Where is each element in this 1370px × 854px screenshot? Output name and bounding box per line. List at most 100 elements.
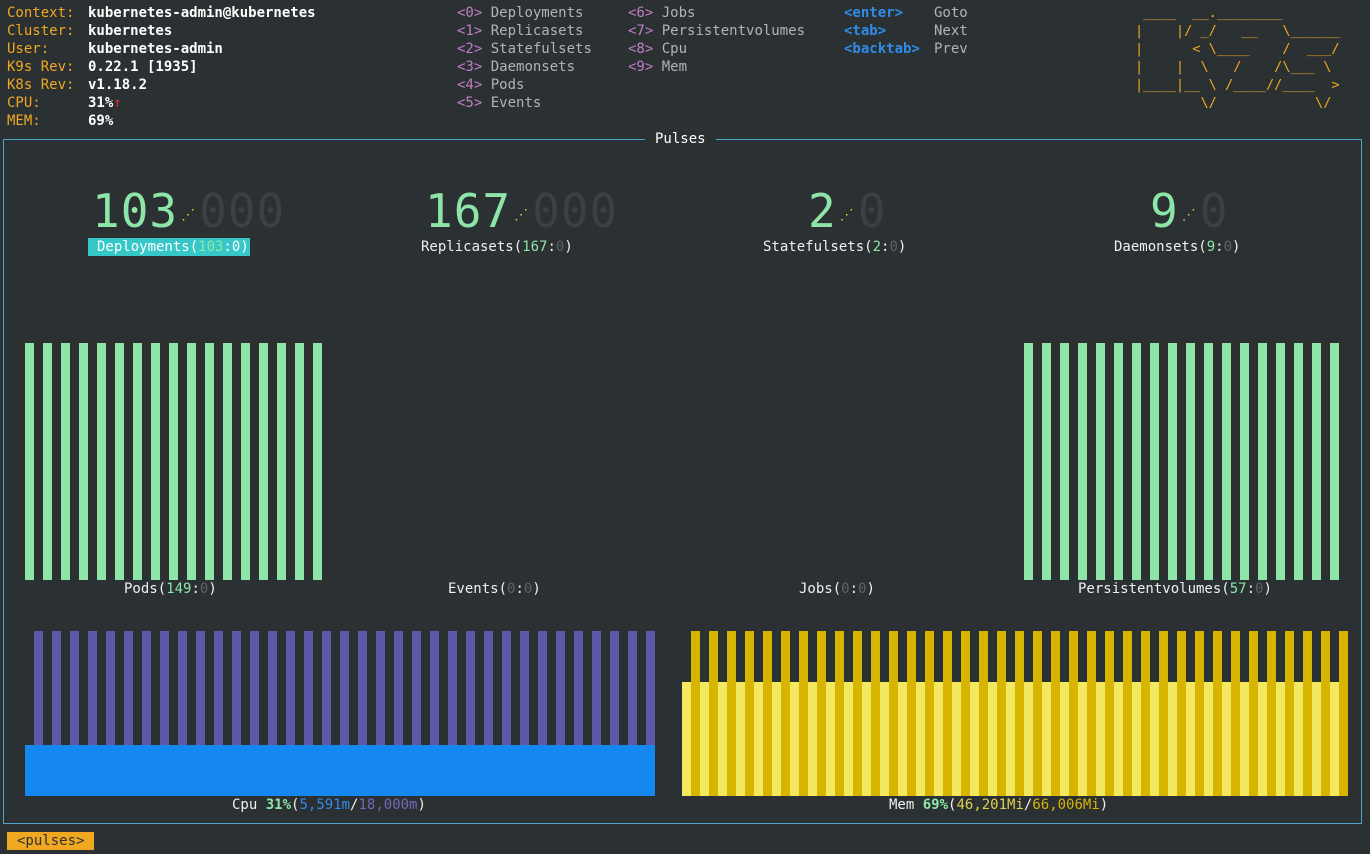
daemonsets-gauge[interactable]: 9 ⋰ 0 bbox=[1150, 188, 1228, 234]
breadcrumb[interactable]: <pulses> bbox=[7, 832, 95, 850]
k9s-rev-value: 0.22.1 [1935] bbox=[88, 59, 198, 75]
pods-label: Pods(149:0) bbox=[124, 581, 217, 597]
cpu-chart[interactable] bbox=[25, 631, 655, 796]
persistentvolumes-bar bbox=[1096, 343, 1105, 580]
menu-item-deployments[interactable]: <0> Deployments bbox=[457, 4, 583, 22]
persistentvolumes-bar bbox=[1294, 343, 1303, 580]
mem-bar bbox=[1303, 631, 1312, 796]
cpu-usage-bar bbox=[502, 745, 511, 796]
pods-bar bbox=[61, 343, 70, 580]
mem-bar bbox=[1159, 631, 1168, 796]
mem-bar bbox=[1123, 631, 1132, 796]
cpu-label: Cpu 31%(5,591m/18,000m) bbox=[232, 797, 426, 813]
cpu-usage-bar bbox=[106, 745, 115, 796]
hotkey-tab-key[interactable]: <tab> bbox=[844, 22, 886, 40]
statefulsets-gauge[interactable]: 2 ⋰ 0 bbox=[808, 188, 886, 234]
cpu-usage-bar bbox=[358, 745, 367, 796]
replicasets-label[interactable]: Replicasets(167:0) bbox=[421, 238, 573, 256]
pods-bar bbox=[259, 343, 268, 580]
cpu-usage-bar bbox=[592, 745, 601, 796]
menu-item-daemonsets[interactable]: <3> Daemonsets bbox=[457, 58, 575, 76]
cpu-usage-bar bbox=[340, 745, 349, 796]
cpu-trend-icon: ↑ bbox=[113, 95, 122, 111]
mem-bar bbox=[1177, 631, 1186, 796]
cpu-usage-bar bbox=[394, 745, 403, 796]
mem-bar bbox=[1087, 631, 1096, 796]
persistentvolumes-bar bbox=[1276, 343, 1285, 580]
hotkey-backtab-key[interactable]: <backtab> bbox=[844, 40, 920, 58]
cpu-usage-bar bbox=[88, 745, 97, 796]
mem-label: Mem 69%(46,201Mi/66,006Mi) bbox=[889, 797, 1109, 813]
menu-item-jobs[interactable]: <6> Jobs bbox=[628, 4, 695, 22]
persistentvolumes-bar bbox=[1312, 343, 1321, 580]
menu-item-pods[interactable]: <4> Pods bbox=[457, 76, 524, 94]
cpu-usage-bar bbox=[214, 745, 223, 796]
cpu-usage-bar bbox=[142, 745, 151, 796]
pods-bar bbox=[97, 343, 106, 580]
mem-bar bbox=[1141, 631, 1150, 796]
hotkey-tab-label: Next bbox=[934, 23, 968, 39]
persistentvolumes-bar bbox=[1060, 343, 1069, 580]
mem-bar bbox=[1033, 631, 1042, 796]
pods-bar bbox=[151, 343, 160, 580]
statefulsets-label[interactable]: Statefulsets(2:0) bbox=[763, 238, 906, 256]
mem-bar bbox=[817, 631, 826, 796]
menu-item-persistentvolumes[interactable]: <7> Persistentvolumes bbox=[628, 22, 805, 40]
menu-item-events[interactable]: <5> Events bbox=[457, 94, 541, 112]
persistentvolumes-sparkline[interactable] bbox=[1024, 343, 1344, 580]
pods-bar bbox=[277, 343, 286, 580]
persistentvolumes-bar bbox=[1186, 343, 1195, 580]
mem-bar bbox=[727, 631, 736, 796]
cluster-value: kubernetes bbox=[88, 23, 173, 39]
mem-bar bbox=[1267, 631, 1276, 796]
replicasets-gauge[interactable]: 167 ⋰ 000 bbox=[425, 188, 618, 234]
deployments-gauge[interactable]: 103 ⋰ 000 bbox=[92, 188, 285, 234]
persistentvolumes-bar bbox=[1132, 343, 1141, 580]
cluster-key: Cluster: bbox=[7, 23, 75, 39]
cpu-usage-bar bbox=[52, 745, 61, 796]
cpu-value: 31%↑ bbox=[88, 95, 122, 111]
mem-bar bbox=[1069, 631, 1078, 796]
pods-bar bbox=[133, 343, 142, 580]
cpu-usage-bar bbox=[286, 745, 295, 796]
hotkey-enter-label: Goto bbox=[934, 5, 968, 21]
pods-sparkline[interactable] bbox=[25, 343, 325, 580]
persistentvolumes-bar bbox=[1240, 343, 1249, 580]
cpu-usage-bar bbox=[160, 745, 169, 796]
user-key: User: bbox=[7, 41, 50, 57]
menu-item-statefulsets[interactable]: <2> Statefulsets bbox=[457, 40, 592, 58]
cpu-usage-bar bbox=[430, 745, 439, 796]
pods-bar bbox=[187, 343, 196, 580]
persistentvolumes-bar bbox=[1330, 343, 1339, 580]
mem-bar bbox=[925, 631, 934, 796]
mem-bar bbox=[889, 631, 898, 796]
jobs-label: Jobs(0:0) bbox=[799, 581, 875, 597]
pods-bar bbox=[313, 343, 322, 580]
panel-title: Pulses bbox=[645, 130, 716, 148]
mem-bar bbox=[1231, 631, 1240, 796]
context-row: Context: bbox=[7, 5, 75, 21]
hotkey-enter-key[interactable]: <enter> bbox=[844, 4, 903, 22]
menu-item-cpu[interactable]: <8> Cpu bbox=[628, 40, 687, 58]
cpu-usage-bar bbox=[520, 745, 529, 796]
k8s-rev-value: v1.18.2 bbox=[88, 77, 148, 93]
cpu-usage-bar bbox=[178, 745, 187, 796]
mem-bar bbox=[763, 631, 772, 796]
user-value: kubernetes-admin bbox=[88, 41, 223, 57]
pods-bar bbox=[169, 343, 178, 580]
cpu-usage-bar bbox=[610, 745, 619, 796]
menu-item-replicasets[interactable]: <1> Replicasets bbox=[457, 22, 583, 40]
mem-bar bbox=[745, 631, 754, 796]
persistentvolumes-bar bbox=[1168, 343, 1177, 580]
deployments-label[interactable]: Deployments(103:0) bbox=[88, 238, 250, 256]
mem-bar bbox=[1213, 631, 1222, 796]
pods-bar bbox=[115, 343, 124, 580]
mem-bar bbox=[907, 631, 916, 796]
menu-item-mem[interactable]: <9> Mem bbox=[628, 58, 687, 76]
mem-bar bbox=[997, 631, 1006, 796]
daemonsets-label[interactable]: Daemonsets(9:0) bbox=[1114, 238, 1240, 256]
mem-chart[interactable] bbox=[682, 631, 1348, 796]
cpu-key: CPU: bbox=[7, 95, 41, 111]
persistentvolumes-bar bbox=[1078, 343, 1087, 580]
cpu-usage-bar bbox=[196, 745, 205, 796]
